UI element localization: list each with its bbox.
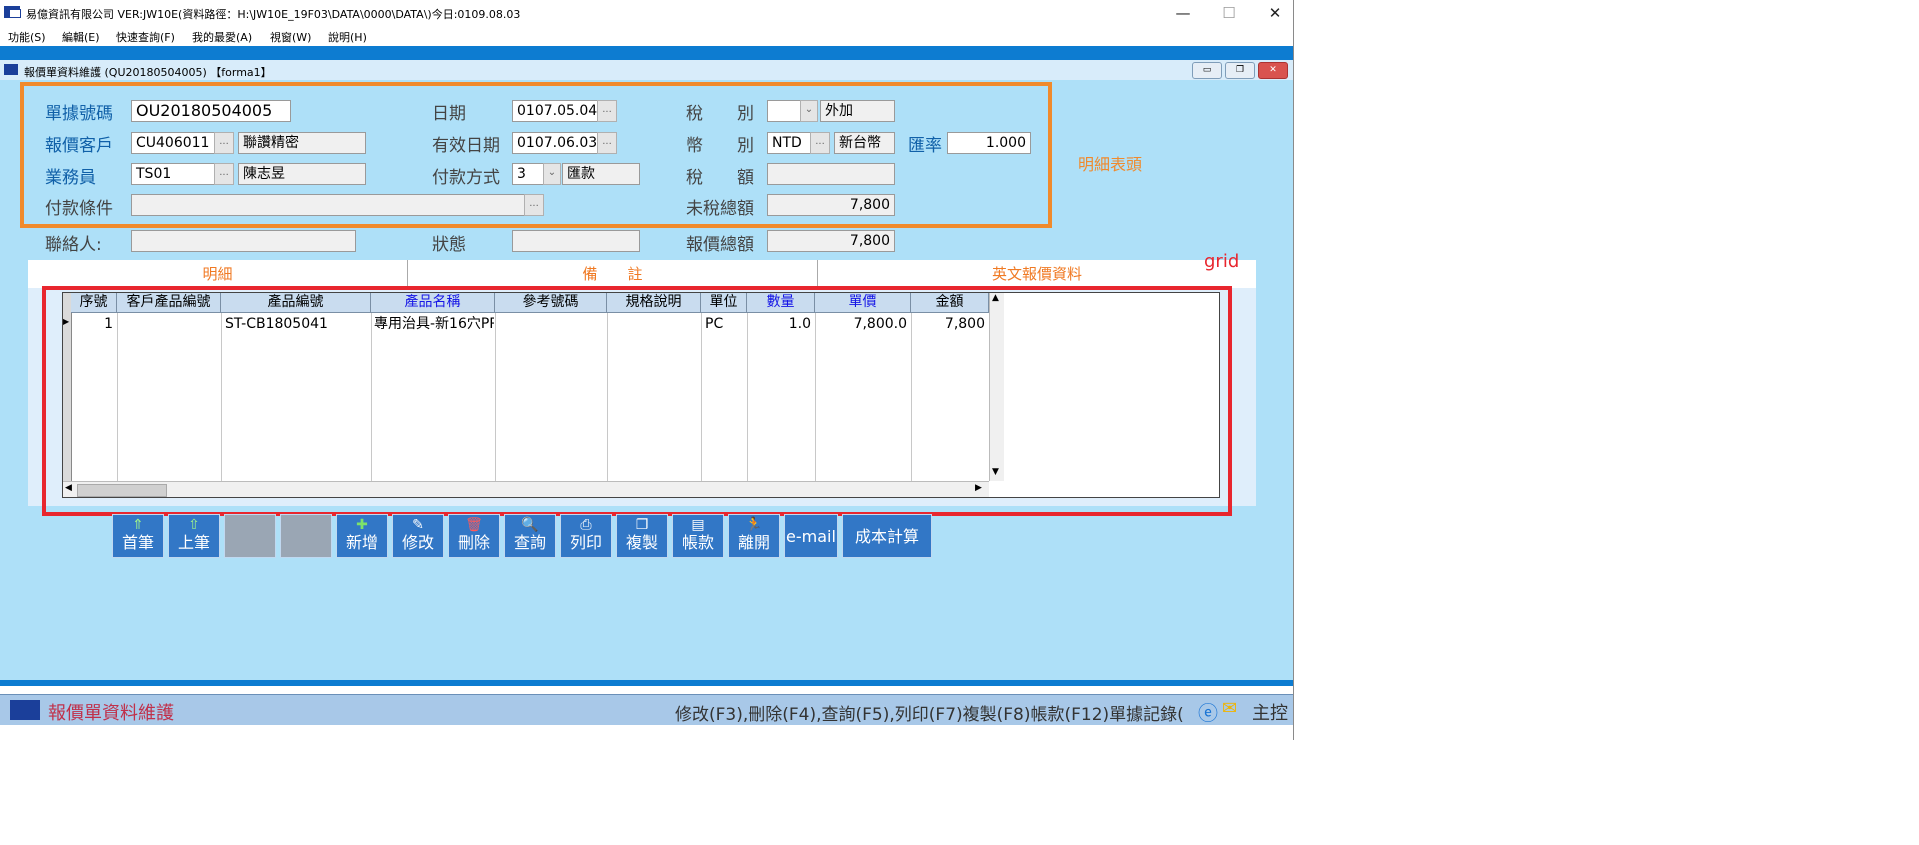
menu-edit[interactable]: 編輯(E) <box>62 29 100 45</box>
child-close-button[interactable]: ✕ <box>1258 62 1288 79</box>
title-bar: 易億資訊有限公司 VER:JW10E(資料路徑：H:\JW10E_19F03\D… <box>0 0 1293 26</box>
minimize-button[interactable]: — <box>1160 2 1206 24</box>
first-record-label: 首筆 <box>121 533 154 552</box>
query-button[interactable]: 🔍 查詢 <box>504 514 556 558</box>
form-icon <box>4 64 18 75</box>
mdi-area: 報價單資料維護 (QU20180504005) 【forma1】 ▭ ❐ ✕ 單… <box>0 46 1293 686</box>
menu-window[interactable]: 視窗(W) <box>270 29 311 45</box>
menu-function[interactable]: 功能(S) <box>8 29 46 45</box>
maximize-button[interactable]: ☐ <box>1206 2 1252 24</box>
query-label: 查詢 <box>513 533 546 552</box>
copy-icon: ❐ <box>635 517 649 533</box>
quote-total-field: 7,800 <box>767 230 895 252</box>
tab-detail[interactable]: 明細 <box>28 260 408 288</box>
print-label: 列印 <box>569 533 602 552</box>
total-label: 報價總額 <box>686 235 754 255</box>
plus-icon: ✚ <box>356 517 368 533</box>
action-toolbar: ⇑ 首筆 ⇧ 上筆 ✚ 新增 ✎ 修改 🗑 刪除 🔍 查詢 ⎙ 列印 ❐ 複製 … <box>112 514 932 560</box>
quote-maintenance-window: 報價單資料維護 (QU20180504005) 【forma1】 ▭ ❐ ✕ 單… <box>0 60 1293 680</box>
copy-label: 複製 <box>625 533 658 552</box>
print-button[interactable]: ⎙ 列印 <box>560 514 612 558</box>
copy-button[interactable]: ❐ 複製 <box>616 514 668 558</box>
printer-icon: ⎙ <box>580 517 592 533</box>
detail-tabs: 明細 備 註 英文報價資料 <box>28 260 1256 288</box>
child-minimize-button[interactable]: ▭ <box>1192 62 1222 79</box>
browser-icon: ⓔ <box>1198 701 1218 725</box>
contact-label: 聯絡人: <box>45 235 102 255</box>
header-highlight-box <box>20 82 1052 228</box>
menu-help[interactable]: 說明(H) <box>328 29 367 45</box>
prev-record-button[interactable]: ⇧ 上筆 <box>168 514 220 558</box>
close-button[interactable]: ✕ <box>1252 2 1298 24</box>
contact-field[interactable] <box>131 230 356 252</box>
account-label: 帳款 <box>681 533 714 552</box>
exit-label: 離開 <box>737 533 770 552</box>
header-annotation: 明細表頭 <box>1078 155 1143 174</box>
status-bar: 報價單資料維護 修改(F3),刪除(F4),查詢(F5),列印(F7)複製(F8… <box>0 694 1293 725</box>
app-window: 易億資訊有限公司 VER:JW10E(資料路徑：H:\JW10E_19F03\D… <box>0 0 1294 740</box>
grid-highlight-box <box>42 286 1232 516</box>
trash-icon: 🗑 <box>465 517 483 533</box>
status-hint: 修改(F3),刪除(F4),查詢(F5),列印(F7)複製(F8)帳款(F12)… <box>675 705 1184 725</box>
first-record-button[interactable]: ⇑ 首筆 <box>112 514 164 558</box>
child-title: 報價單資料維護 (QU20180504005) 【forma1】 <box>24 66 272 79</box>
invoice-icon: ▤ <box>691 517 705 533</box>
magnifier-icon: 🔍 <box>521 517 539 533</box>
tab-remarks[interactable]: 備 註 <box>408 260 818 288</box>
edit-button[interactable]: ✎ 修改 <box>392 514 444 558</box>
last-record-button-disabled <box>280 514 332 558</box>
status-form-icon <box>10 700 40 720</box>
double-up-arrow-icon: ⇑ <box>132 517 144 533</box>
email-button[interactable]: e-mail <box>784 514 838 558</box>
up-arrow-icon: ⇧ <box>188 517 200 533</box>
child-restore-button[interactable]: ❐ <box>1225 62 1255 79</box>
status-field <box>512 230 640 252</box>
delete-label: 刪除 <box>457 533 490 552</box>
grid-annotation: grid <box>1204 251 1240 272</box>
cost-calc-button[interactable]: 成本計算 <box>842 514 932 558</box>
child-title-bar: 報價單資料維護 (QU20180504005) 【forma1】 ▭ ❐ ✕ <box>0 60 1293 80</box>
status-title: 報價單資料維護 <box>48 703 174 724</box>
account-button[interactable]: ▤ 帳款 <box>672 514 724 558</box>
status-label: 狀態 <box>432 235 466 255</box>
add-button[interactable]: ✚ 新增 <box>336 514 388 558</box>
menu-favorites[interactable]: 我的最愛(A) <box>192 29 252 45</box>
window-title: 易億資訊有限公司 VER:JW10E(資料路徑：H:\JW10E_19F03\D… <box>26 8 521 21</box>
app-icon <box>4 6 21 18</box>
edit-icon: ✎ <box>412 517 424 533</box>
status-right: 主控 <box>1252 703 1288 724</box>
prev-record-label: 上筆 <box>177 533 210 552</box>
mail-icon: ✉ <box>1222 698 1238 719</box>
menu-bar: 功能(S) 編輯(E) 快速查詢(F) 我的最愛(A) 視窗(W) 說明(H) <box>0 26 1293 46</box>
tab-english-quote[interactable]: 英文報價資料 <box>818 260 1256 288</box>
menu-quick-query[interactable]: 快速查詢(F) <box>116 29 175 45</box>
add-label: 新增 <box>345 533 378 552</box>
exit-button[interactable]: 🏃 離開 <box>728 514 780 558</box>
running-man-icon: 🏃 <box>745 517 763 533</box>
delete-button[interactable]: 🗑 刪除 <box>448 514 500 558</box>
next-record-button-disabled <box>224 514 276 558</box>
edit-label: 修改 <box>401 533 434 552</box>
